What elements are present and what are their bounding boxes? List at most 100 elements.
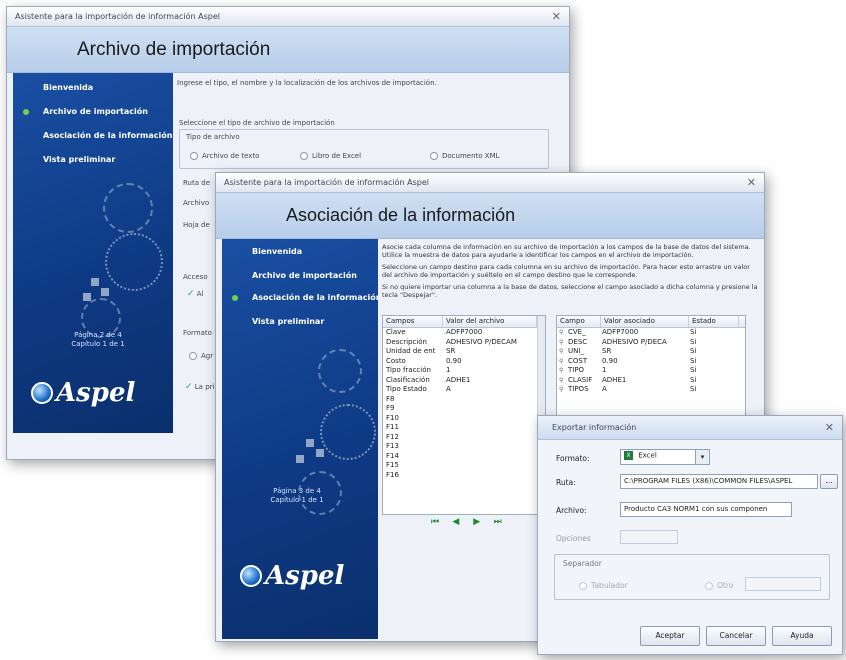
table-header: Campos Valor del archivo [383, 316, 545, 328]
option-texto[interactable]: Archivo de texto [190, 152, 259, 160]
table-row[interactable]: Costo 0.90 [383, 357, 545, 367]
table-row[interactable]: ⚲ TIPOS A Si [557, 385, 745, 395]
step-asociacion[interactable]: Asociación de la información [43, 131, 172, 140]
option-texto-label: Archivo de texto [202, 152, 260, 160]
other-separator-input[interactable] [745, 577, 821, 591]
path-input[interactable]: C:\PROGRAM FILES (X86)\COMMON FILES\ASPE… [620, 474, 818, 489]
table-cell: 1 [602, 366, 607, 374]
table-row[interactable]: F12 [383, 433, 545, 443]
table-row[interactable]: ⚲ COST 0.90 Si [557, 357, 745, 367]
format-select[interactable]: X Excel ▾ [620, 449, 710, 465]
option-excel[interactable]: Libro de Excel [300, 152, 361, 160]
help-button[interactable]: Ayuda [772, 626, 832, 646]
select-type-label: Seleccione el tipo de archivo de importa… [179, 119, 335, 127]
column-header[interactable]: Estado [689, 316, 739, 327]
close-icon[interactable]: ✕ [825, 421, 834, 434]
table-cell [443, 461, 537, 471]
ruta-label: Ruta: [556, 478, 576, 487]
close-icon[interactable]: ✕ [747, 176, 756, 189]
first-record-icon[interactable]: ⏮ [429, 517, 441, 527]
table-cell: Si [690, 337, 697, 346]
file-name-input[interactable]: Producto CA3 NORM1 con sus componen [620, 502, 792, 517]
field-icon: ⚲ [559, 386, 564, 393]
table-row[interactable]: F14 [383, 452, 545, 462]
table-row[interactable]: F11 [383, 423, 545, 433]
step-archivo[interactable]: Archivo de importación [43, 107, 148, 116]
column-header[interactable]: Valor asociado [601, 316, 689, 327]
table-row[interactable]: F10 [383, 414, 545, 424]
table-row[interactable]: Tipo fracción 1 [383, 366, 545, 376]
table-row[interactable]: F13 [383, 442, 545, 452]
dialog-titlebar[interactable]: Exportar información ✕ [538, 416, 842, 440]
table-cell: Si [690, 366, 697, 374]
step-vista[interactable]: Vista preliminar [252, 317, 324, 326]
table-cell: TIPOS [568, 385, 589, 393]
radio-icon[interactable] [579, 582, 587, 590]
radio-icon[interactable] [189, 352, 197, 360]
check-icon[interactable]: ✓ [187, 289, 195, 299]
window-titlebar[interactable]: Asistente para la importación de informa… [216, 173, 764, 193]
table-row[interactable]: ⚲ TIPO 1 Si [557, 366, 745, 376]
field-icon: ⚲ [559, 357, 564, 365]
table-row[interactable]: F8 [383, 395, 545, 405]
formato-label: Formato [183, 329, 212, 337]
table-body: ⚲ CVE_ ADFP7000 Si ⚲ DESC ADHESIVO P/DECA Si ⚲ UN… [557, 328, 745, 395]
radio-icon[interactable] [190, 152, 198, 160]
cancel-button[interactable]: Cancelar [706, 626, 766, 646]
row-navigation: ⏮ ◀ ▶ ⏭ [426, 517, 507, 527]
radio-icon[interactable] [705, 582, 713, 590]
option-xml[interactable]: Documento XML [430, 152, 500, 160]
field-icon: ⚲ [559, 376, 564, 384]
export-dialog: Exportar información ✕ Formato: X Excel … [537, 415, 843, 655]
aspel-globe-icon [31, 382, 53, 404]
accept-button[interactable]: Aceptar [640, 626, 700, 646]
file-type-group: Tipo de archivo Archivo de texto Libro d… [179, 129, 549, 169]
source-fields-table[interactable]: Campos Valor del archivo Clave ADFP7000 De… [382, 315, 546, 515]
page-title: Asociación de la información [286, 205, 516, 225]
table-row[interactable]: Descripción ADHESIVO P/DECAM [383, 338, 545, 348]
table-row[interactable]: Tipo Estado A [383, 385, 545, 395]
check-icon[interactable]: ✓ [185, 382, 193, 392]
table-cell: Tipo Estado [386, 385, 427, 393]
table-row[interactable]: ⚲ CLASIF ADHE1 Si [557, 376, 745, 386]
table-row[interactable]: Clasificación ADHE1 [383, 376, 545, 386]
column-header[interactable]: Campo [557, 316, 601, 327]
table-cell: CVE_ [568, 328, 586, 336]
browse-button[interactable]: ... [820, 474, 838, 489]
table-row[interactable]: F9 [383, 404, 545, 414]
chevron-down-icon[interactable]: ▾ [695, 450, 709, 464]
al-check[interactable]: ✓ Al [187, 289, 204, 299]
options-input[interactable] [620, 530, 678, 544]
table-row[interactable]: F16 [383, 471, 545, 481]
tab-option[interactable]: Tabulador [579, 581, 628, 590]
table-row[interactable]: ⚲ CVE_ ADFP7000 Si [557, 328, 745, 338]
table-row[interactable]: F15 [383, 461, 545, 471]
table-cell: F9 [386, 404, 395, 412]
table-row[interactable]: Unidad de ent SR [383, 347, 545, 357]
next-record-icon[interactable]: ▶ [471, 517, 483, 527]
instructions: Asocie cada columna de información en su… [382, 243, 760, 299]
step-archivo[interactable]: Archivo de importación [252, 271, 357, 280]
target-fields-table[interactable]: Campo Valor asociado Estado ⚲ CVE_ ADFP700… [556, 315, 746, 425]
agr-radio[interactable]: Agr [189, 352, 213, 360]
step-bienvenida[interactable]: Bienvenida [252, 247, 302, 256]
column-header[interactable]: Campos [383, 316, 443, 327]
window-titlebar[interactable]: Asistente para la importación de informa… [7, 7, 569, 27]
table-cell: COST [568, 356, 588, 365]
table-row[interactable]: ⚲ UNI_ SR Si [557, 347, 745, 357]
description-text: Ingrese el tipo, el nombre y la localiza… [177, 79, 437, 87]
table-row[interactable]: Clave ADFP7000 [383, 328, 545, 338]
step-asociacion[interactable]: Asociación de la información [252, 293, 378, 302]
table-cell [443, 423, 537, 433]
table-cell: Si [690, 385, 697, 393]
other-option[interactable]: Otro [705, 581, 733, 590]
radio-icon[interactable] [430, 152, 438, 160]
close-icon[interactable]: ✕ [552, 10, 561, 23]
radio-icon[interactable] [300, 152, 308, 160]
last-record-icon[interactable]: ⏭ [492, 517, 504, 527]
prev-record-icon[interactable]: ◀ [450, 517, 462, 527]
table-row[interactable]: ⚲ DESC ADHESIVO P/DECA Si [557, 338, 745, 348]
step-vista[interactable]: Vista preliminar [43, 155, 115, 164]
step-bienvenida[interactable]: Bienvenida [43, 83, 93, 92]
column-header[interactable]: Valor del archivo [443, 316, 537, 327]
